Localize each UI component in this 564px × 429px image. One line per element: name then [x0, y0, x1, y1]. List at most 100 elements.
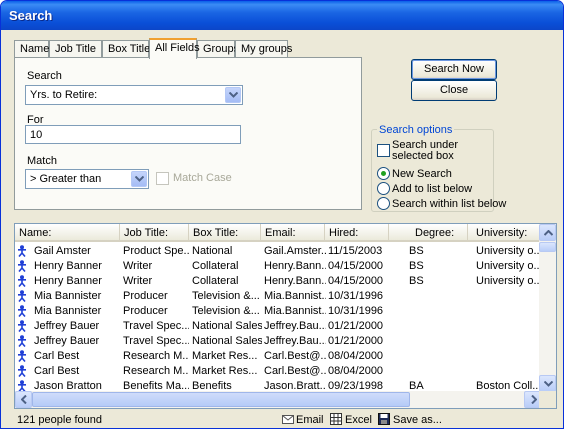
- person-icon: [18, 335, 26, 347]
- scroll-up-icon[interactable]: [539, 224, 556, 241]
- row-email: Henry.Bann...: [264, 260, 326, 272]
- person-icon: [18, 245, 26, 257]
- add-to-list-radio[interactable]: [377, 182, 390, 195]
- horizontal-scroll-thumb[interactable]: [32, 392, 410, 407]
- row-hired: 10/31/1996: [328, 305, 384, 317]
- match-case-checkbox[interactable]: [156, 172, 169, 185]
- row-job-title: Travel Spec...: [123, 335, 189, 347]
- tab-groups[interactable]: Groups: [197, 40, 239, 58]
- search-within-radio[interactable]: [377, 197, 390, 210]
- save-as-link[interactable]: Save as...: [393, 414, 442, 426]
- search-now-button[interactable]: Search Now: [411, 59, 497, 80]
- for-input[interactable]: 10: [25, 125, 241, 144]
- new-search-label: New Search: [392, 168, 452, 180]
- table-row[interactable]: Jeffrey Bauer Travel Spec... National Sale…: [15, 334, 541, 349]
- row-job-title: Research M...: [123, 365, 189, 377]
- vertical-scrollbar[interactable]: [539, 224, 556, 392]
- search-field-select[interactable]: Yrs. to Retire:: [25, 85, 243, 105]
- row-name: Mia Bannister: [34, 290, 102, 302]
- search-under-label: Search under selected box: [392, 139, 459, 162]
- row-job-title: Producer: [123, 290, 168, 302]
- row-university: University o...: [476, 260, 540, 272]
- row-email: Jeffrey.Bau...: [264, 335, 326, 347]
- table-row[interactable]: Carl Best Research M... Market Res... Carl.…: [15, 349, 541, 364]
- row-hired: 01/21/2000: [328, 335, 384, 347]
- row-hired: 11/15/2003: [328, 245, 383, 257]
- chevron-down-icon[interactable]: [131, 171, 147, 187]
- column-header-email[interactable]: Email:: [261, 224, 325, 242]
- close-button[interactable]: Close: [411, 80, 497, 101]
- row-name: Carl Best: [34, 365, 80, 377]
- table-row[interactable]: Gail Amster Product Spe... National Gail.Am…: [15, 244, 541, 259]
- row-name: Mia Bannister: [34, 305, 102, 317]
- match-value: > Greater than: [30, 173, 102, 185]
- search-field-value: Yrs. to Retire:: [30, 89, 98, 101]
- tab-job-title[interactable]: Job Title: [49, 40, 102, 58]
- search-label: Search: [27, 70, 62, 82]
- match-label: Match: [27, 155, 57, 167]
- row-name: Carl Best: [34, 350, 80, 362]
- row-hired: 04/15/2000: [328, 275, 384, 287]
- table-row[interactable]: Jeffrey Bauer Travel Spec... National Sale…: [15, 319, 541, 334]
- row-box-title: National: [192, 245, 233, 257]
- row-email: Carl.Best@...: [264, 365, 326, 377]
- search-under-checkbox[interactable]: [377, 144, 390, 157]
- tab-all-fields[interactable]: All Fields: [149, 38, 200, 59]
- excel-icon[interactable]: [330, 413, 342, 425]
- table-row[interactable]: Carl Best Research M... Market Res... Carl.…: [15, 364, 541, 379]
- email-icon[interactable]: [282, 413, 294, 425]
- column-header-name[interactable]: Name:: [15, 224, 120, 242]
- table-row[interactable]: Mia Bannister Producer Television &... Mia.…: [15, 289, 541, 304]
- tab-name[interactable]: Name: [14, 40, 49, 58]
- match-case-label: Match Case: [173, 172, 232, 184]
- save-icon[interactable]: [378, 413, 390, 425]
- scroll-thumb[interactable]: [539, 242, 556, 252]
- row-job-title: Writer: [123, 275, 153, 287]
- scroll-left-icon[interactable]: [15, 391, 32, 408]
- row-email: Jeffrey.Bau...: [264, 320, 326, 332]
- row-job-title: Writer: [123, 260, 153, 272]
- row-email: Carl.Best@...: [264, 350, 326, 362]
- new-search-radio[interactable]: [377, 167, 390, 180]
- row-box-title: Market Res...: [192, 350, 258, 362]
- row-box-title: Television &...: [192, 305, 260, 317]
- person-icon: [18, 305, 26, 317]
- search-within-label: Search within list below: [392, 198, 507, 210]
- row-degree: BS: [409, 260, 424, 272]
- row-box-title: Collateral: [192, 275, 239, 287]
- row-email: Mia.Bannist...: [264, 290, 326, 302]
- row-degree: BS: [409, 245, 424, 257]
- row-university: University o...: [476, 275, 540, 287]
- row-job-title: Product Spe...: [123, 245, 189, 257]
- column-header-hired[interactable]: Hired:: [325, 224, 389, 242]
- table-row[interactable]: Henry Banner Writer Collateral Henry.Bann..…: [15, 274, 541, 289]
- row-hired: 08/04/2000: [328, 365, 384, 377]
- scroll-down-icon[interactable]: [539, 375, 556, 392]
- scroll-corner: [539, 391, 556, 408]
- tab-my-groups[interactable]: My groups: [235, 40, 292, 58]
- results-list[interactable]: Name: Job Title: Box Title: Email: Hired…: [14, 223, 557, 409]
- row-email: Henry.Bann...: [264, 275, 326, 287]
- table-row[interactable]: Henry Banner Writer Collateral Henry.Bann..…: [15, 259, 541, 274]
- excel-link[interactable]: Excel: [345, 414, 372, 426]
- horizontal-scrollbar[interactable]: [15, 391, 541, 408]
- search-options-title: Search options: [377, 124, 455, 136]
- all-fields-panel: Search Yrs. to Retire: For 10 Match > Gr…: [14, 57, 362, 210]
- window-title: Search: [1, 1, 563, 30]
- email-link[interactable]: Email: [296, 414, 324, 426]
- column-header-box-title[interactable]: Box Title:: [189, 224, 261, 242]
- row-email: Gail.Amster...: [264, 245, 326, 257]
- row-job-title: Research M...: [123, 350, 189, 362]
- match-select[interactable]: > Greater than: [25, 169, 149, 189]
- row-job-title: Travel Spec...: [123, 320, 189, 332]
- table-row[interactable]: Mia Bannister Producer Television &... Mia.…: [15, 304, 541, 319]
- chevron-down-icon[interactable]: [225, 87, 241, 103]
- person-icon: [18, 350, 26, 362]
- row-name: Gail Amster: [34, 245, 91, 257]
- column-header-degree[interactable]: Degree:: [389, 224, 468, 242]
- column-header-job-title[interactable]: Job Title:: [120, 224, 189, 242]
- tab-box-title[interactable]: Box Title: [102, 40, 150, 58]
- person-icon: [18, 275, 26, 287]
- row-hired: 08/04/2000: [328, 350, 384, 362]
- column-header-university[interactable]: University:: [468, 224, 541, 242]
